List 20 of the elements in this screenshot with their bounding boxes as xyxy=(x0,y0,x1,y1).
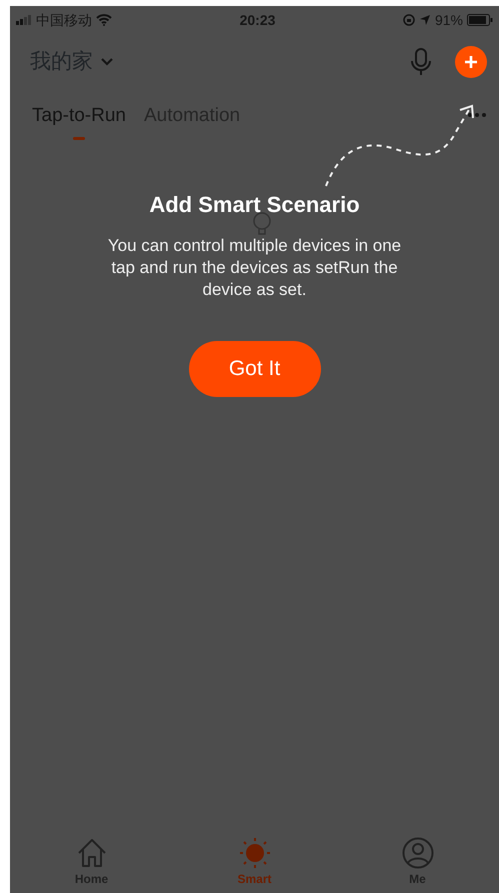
lightbulb-icon xyxy=(252,212,272,238)
tab[interactable]: Tap-to-Run xyxy=(32,102,126,150)
wifi-icon xyxy=(96,14,112,26)
person-icon xyxy=(402,837,434,869)
rotation-lock-icon xyxy=(402,14,415,26)
nav-tab[interactable]: Smart xyxy=(210,837,300,885)
home-icon xyxy=(76,837,108,869)
signal-icon xyxy=(16,15,32,25)
chevron-down-icon xyxy=(101,58,113,66)
more-icon[interactable] xyxy=(467,112,487,118)
got-it-button[interactable]: Got It xyxy=(188,340,320,397)
guide-description: You can control multiple devices in one tap and run the devices as setRun the device as set. xyxy=(106,234,402,301)
plus-icon xyxy=(464,55,478,69)
guide-title: Add Smart Scenario xyxy=(149,190,360,218)
battery-icon xyxy=(467,14,493,26)
add-button[interactable] xyxy=(455,46,487,78)
status-time: 20:23 xyxy=(240,10,276,30)
sun-icon xyxy=(238,837,270,869)
location-icon xyxy=(418,14,431,26)
battery-percent: 91% xyxy=(434,10,463,30)
